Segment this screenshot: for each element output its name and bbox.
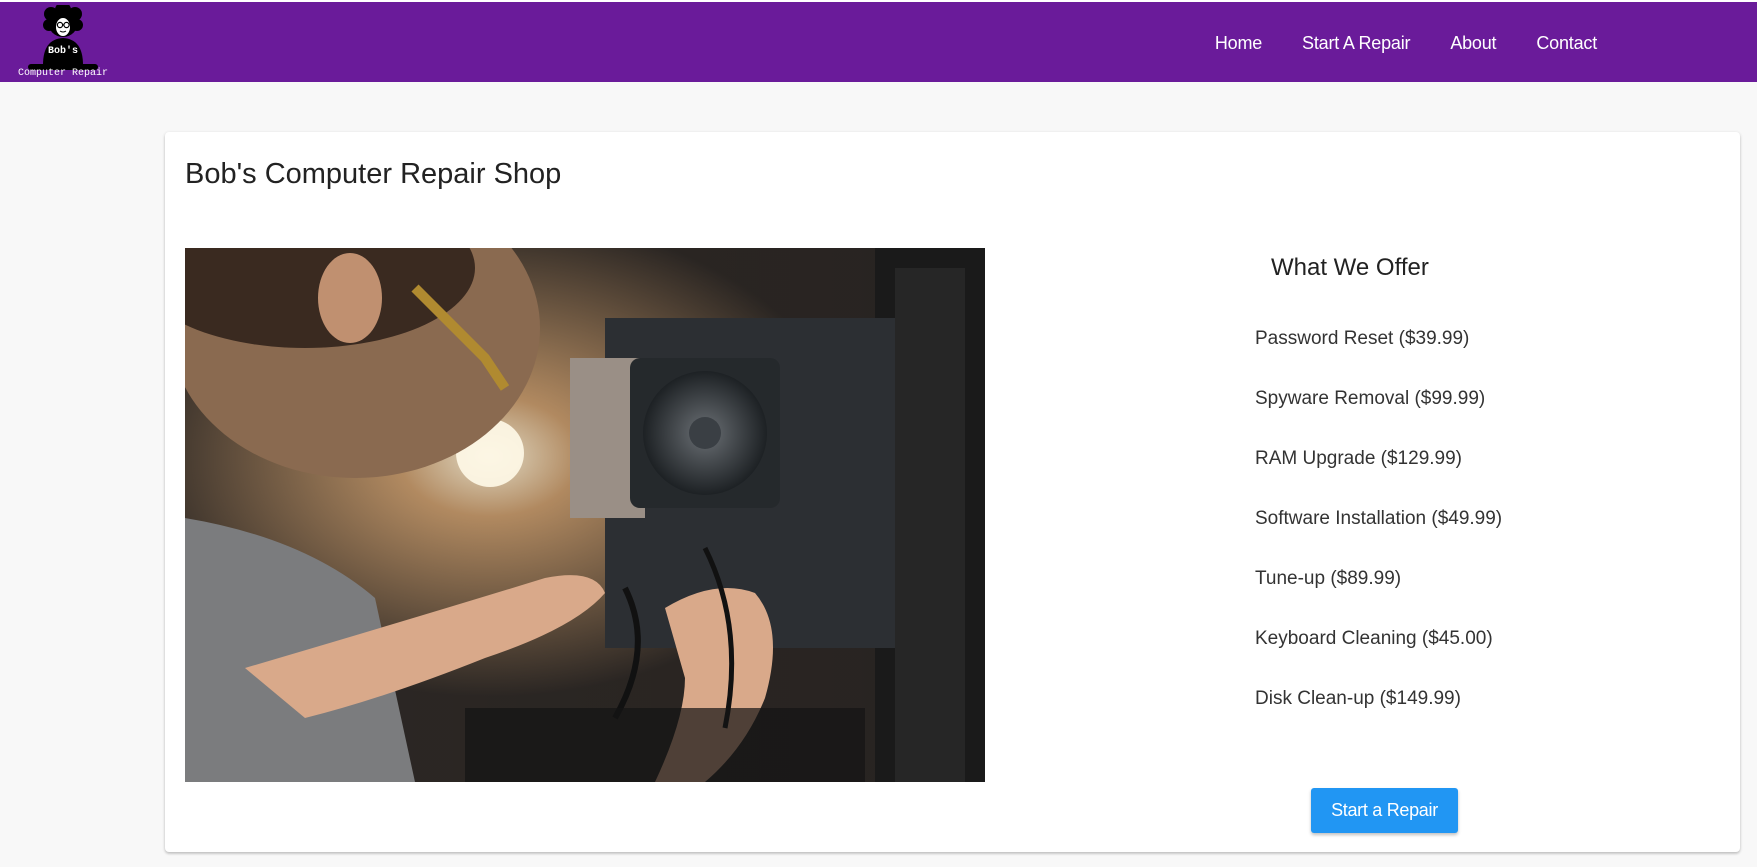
offer-item: Spyware Removal ($99.99): [1255, 388, 1486, 409]
offer-item: RAM Upgrade ($129.99): [1255, 448, 1462, 469]
page-title: Bob's Computer Repair Shop: [185, 158, 562, 190]
logo[interactable]: Bob's Computer Repair: [14, 2, 112, 81]
offer-item: Keyboard Cleaning ($45.00): [1255, 628, 1493, 649]
nav-start-a-repair[interactable]: Start A Repair: [1282, 33, 1430, 54]
offers-list: Password Reset ($39.99) Spyware Removal …: [1255, 328, 1502, 748]
top-navbar: Bob's Computer Repair Home Start A Repai…: [0, 0, 1757, 82]
afro-person-logo-icon: [28, 2, 98, 70]
logo-text-tagline: Computer Repair: [17, 68, 108, 79]
nav-contact[interactable]: Contact: [1516, 33, 1617, 54]
offer-item: Password Reset ($39.99): [1255, 328, 1470, 349]
logo-text-name: Bob's: [47, 46, 78, 57]
nav-about[interactable]: About: [1430, 33, 1516, 54]
offers-heading: What We Offer: [1271, 254, 1429, 281]
main-nav: Home Start A Repair About Contact: [1195, 2, 1617, 84]
start-repair-button[interactable]: Start a Repair: [1311, 788, 1458, 833]
offer-item: Disk Clean-up ($149.99): [1255, 688, 1461, 709]
technician-photo: [185, 248, 985, 782]
offer-item: Tune-up ($89.99): [1255, 568, 1402, 589]
offer-item: Software Installation ($49.99): [1255, 508, 1503, 529]
technician-repairing-computer-image: [185, 248, 985, 782]
nav-home[interactable]: Home: [1195, 33, 1282, 54]
main-card: Bob's Computer Repair Shop What We Offer…: [165, 132, 1740, 852]
